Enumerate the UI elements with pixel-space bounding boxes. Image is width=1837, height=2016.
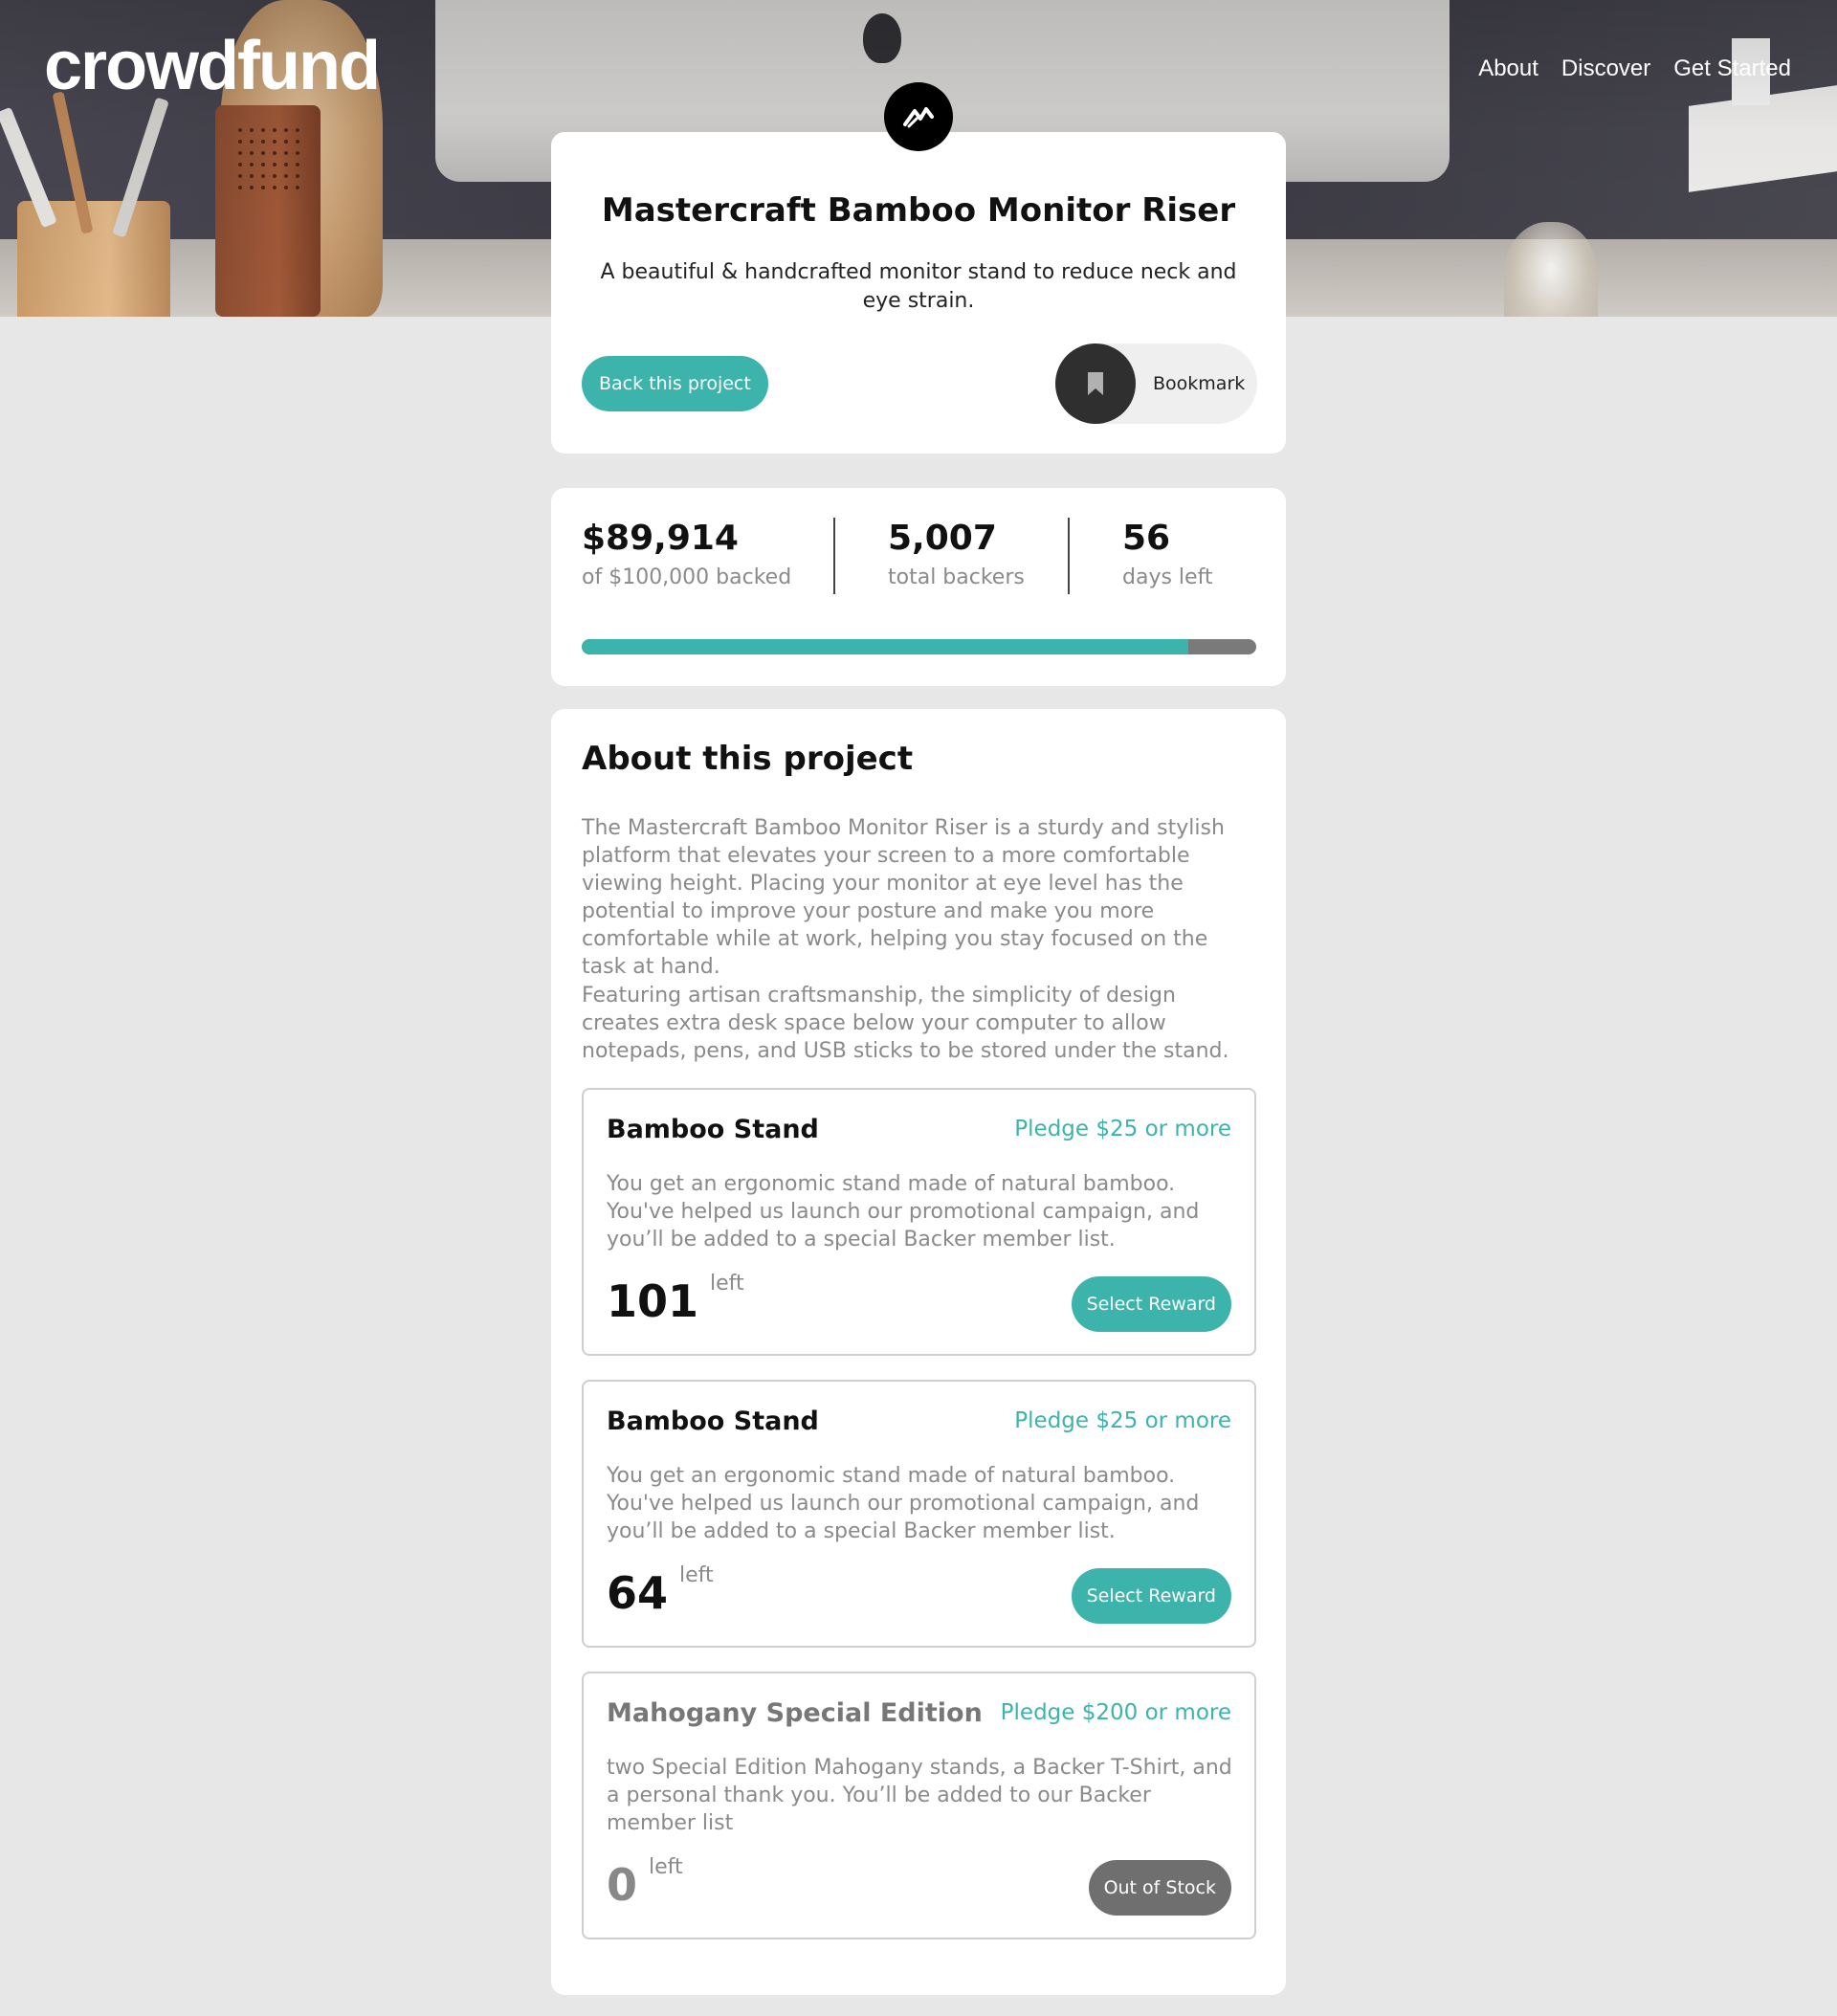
reward-description: You get an ergonomic stand made of natur… [607,1464,1200,1543]
about-title: About this project [582,740,914,778]
reward-pledge: Pledge $200 or more [1000,1700,1231,1725]
reward-card: Bamboo Stand Pledge $25 or more You get … [582,1088,1256,1356]
reward-pledge: Pledge $25 or more [1014,1408,1231,1433]
mastercraft-logo-icon [884,82,953,151]
reward-name: Bamboo Stand [607,1115,819,1144]
reward-stock: 0 left [607,1855,683,1911]
bookmark-label: Bookmark [1153,373,1246,394]
top-nav: About Discover Get Started [1478,55,1791,82]
reward-description: You get an ergonomic stand made of natur… [607,1172,1200,1252]
out-of-stock-button: Out of Stock [1088,1860,1231,1916]
reward-card: Bamboo Stand Pledge $25 or more You get … [582,1380,1256,1648]
stat-backed: $89,914 of $100,000 backed [582,519,791,589]
stat-backers: 5,007 total backers [888,519,1025,589]
stat-divider [1068,518,1070,594]
select-reward-button[interactable]: Select Reward [1071,1276,1231,1332]
bookmark-icon-circle [1055,343,1136,424]
stat-days-count: 56 [1122,519,1171,558]
project-title: Mastercraft Bamboo Monitor Riser [601,191,1236,230]
project-summary-card: Mastercraft Bamboo Monitor Riser A beaut… [551,132,1286,454]
reward-quantity: 101 [607,1275,699,1327]
back-project-button[interactable]: Back this project [582,356,768,411]
about-paragraph: The Mastercraft Bamboo Monitor Riser is … [582,816,1225,979]
funding-progress-bar [582,639,1256,654]
reward-left-label: left [649,1855,683,1879]
reward-stock: 101 left [607,1272,744,1327]
stat-backers-count: 5,007 [888,519,997,558]
stats-card: $89,914 of $100,000 backed 5,007 total b… [551,488,1286,686]
reward-pledge: Pledge $25 or more [1014,1117,1231,1141]
reward-description: two Special Edition Mahogany stands, a B… [607,1756,1232,1835]
nav-discover[interactable]: Discover [1561,55,1650,82]
reward-card-out-of-stock: Mahogany Special Edition Pledge $200 or … [582,1672,1256,1939]
stat-days-label: days left [1122,565,1213,589]
about-card: About this project The Mastercraft Bambo… [551,709,1286,1995]
select-reward-button[interactable]: Select Reward [1071,1568,1231,1624]
reward-quantity: 0 [607,1859,638,1911]
funding-progress-fill [582,639,1188,654]
nav-about[interactable]: About [1478,55,1538,82]
stat-divider [833,518,835,594]
reward-left-label: left [679,1563,714,1587]
reward-quantity: 64 [607,1567,669,1619]
reward-name: Bamboo Stand [607,1407,819,1436]
reward-left-label: left [710,1272,744,1296]
site-logo[interactable]: crowdfund [44,27,381,105]
stat-backed-amount: $89,914 [582,519,739,558]
stat-backed-label: of $100,000 backed [582,565,792,589]
mastercraft-logo-svg [903,107,934,128]
project-subtitle: A beautiful & handcrafted monitor stand … [600,260,1237,313]
stat-backers-label: total backers [888,565,1025,589]
bookmark-icon [1088,372,1103,395]
about-paragraph: Featuring artisan craftsmanship, the sim… [582,984,1229,1063]
stat-days: 56 days left [1122,519,1213,589]
bookmark-button[interactable]: Bookmark [1055,343,1257,424]
nav-get-started[interactable]: Get Started [1673,55,1791,82]
reward-name: Mahogany Special Edition [607,1698,983,1728]
reward-stock: 64 left [607,1563,714,1619]
